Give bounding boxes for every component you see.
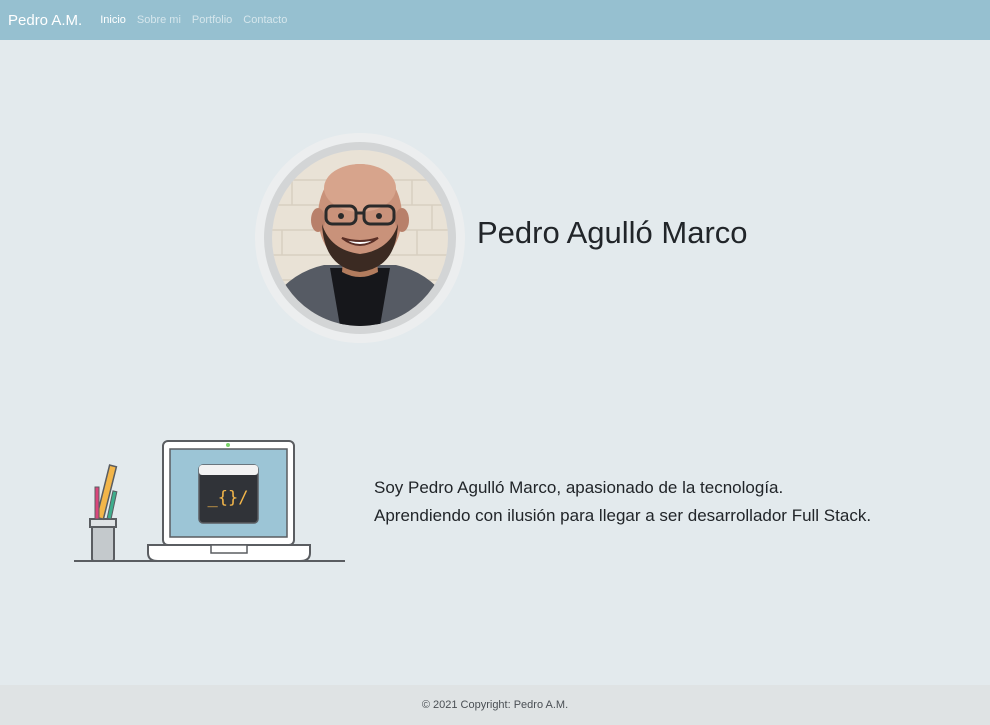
brand-link[interactable]: Pedro A.M. — [8, 12, 82, 29]
profile-photo — [272, 150, 448, 326]
nav-link-inicio[interactable]: Inicio — [100, 14, 126, 26]
navbar: Pedro A.M. Inicio Sobre mi Portfolio Con… — [0, 0, 990, 40]
about-line-1: Soy Pedro Agulló Marco, apasionado de la… — [374, 478, 784, 497]
avatar-frame — [255, 133, 465, 343]
code-glyph: _{}/ — [208, 488, 249, 508]
avatar — [272, 150, 448, 326]
about-line-2: Aprendiendo con ilusión para llegar a se… — [374, 506, 872, 525]
nav-link-contacto[interactable]: Contacto — [243, 14, 287, 26]
copyright-text: © 2021 Copyright: Pedro A.M. — [421, 699, 569, 711]
about-text: Soy Pedro Agulló Marco, apasionado de la… — [374, 474, 871, 530]
footer: © 2021 Copyright: Pedro A.M. — [0, 685, 990, 725]
laptop-illustration: _{}/ — [72, 437, 348, 565]
hero-name: Pedro Agulló Marco — [477, 215, 748, 250]
nav-link-portfolio[interactable]: Portfolio — [192, 14, 232, 26]
nav-link-sobre-mi[interactable]: Sobre mi — [137, 14, 181, 26]
